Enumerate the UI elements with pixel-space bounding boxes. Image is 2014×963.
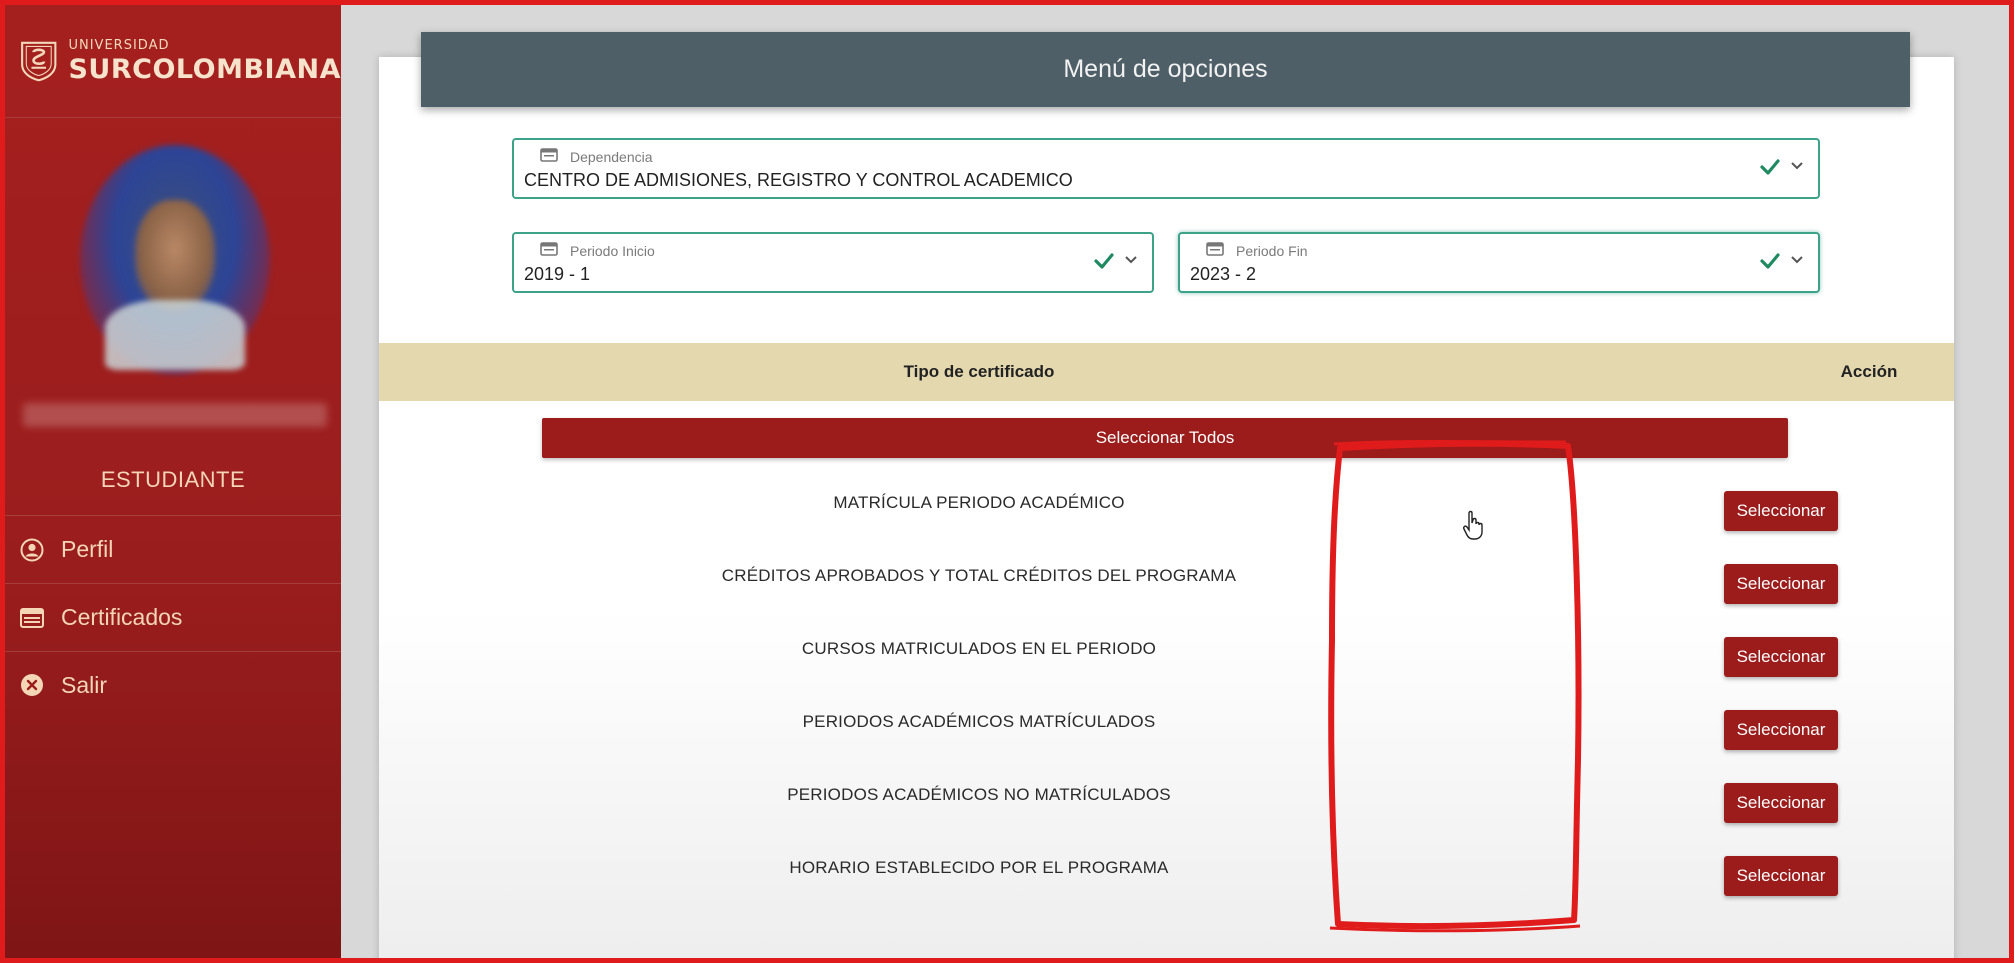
periodo-fin-label: Periodo Fin	[1236, 243, 1308, 259]
select-all-button[interactable]: Seleccionar Todos	[542, 418, 1788, 458]
sidebar-item-perfil[interactable]: Perfil	[5, 515, 341, 583]
sidebar: UNIVERSIDAD SURCOLOMBIANA ESTUDIANTE Per…	[5, 5, 341, 958]
table-header: Tipo de certificado Acción	[379, 343, 1954, 401]
chevron-down-icon	[1791, 256, 1803, 264]
hand-cursor-icon	[1463, 510, 1483, 540]
main-content: Menú de opciones Dependencia CENTRO DE A…	[341, 5, 2009, 963]
certificate-icon	[19, 605, 45, 631]
brand[interactable]: UNIVERSIDAD SURCOLOMBIANA	[5, 5, 341, 118]
dependencia-value: CENTRO DE ADMISIONES, REGISTRO Y CONTROL…	[524, 170, 1073, 190]
column-header-accion: Acción	[1840, 362, 1898, 381]
close-circle-icon	[19, 672, 45, 698]
university-shield-logo	[21, 41, 57, 82]
select-row-button[interactable]: Seleccionar	[1724, 491, 1838, 531]
form-field-icon	[1206, 242, 1224, 256]
sidebar-nav: Perfil Certificados Salir	[5, 515, 341, 719]
page-header: Menú de opciones	[421, 32, 1910, 107]
table-row-label: HORARIO ESTABLECIDO POR EL PROGRAMA	[789, 858, 1169, 877]
select-row-button[interactable]: Seleccionar	[1724, 637, 1838, 677]
table-row-label: CURSOS MATRICULADOS EN EL PERIODO	[801, 639, 1157, 658]
select-row-button[interactable]: Seleccionar	[1724, 564, 1838, 604]
user-role: ESTUDIANTE	[100, 467, 246, 492]
avatar	[80, 145, 270, 375]
sidebar-item-certificados[interactable]: Certificados	[5, 583, 341, 651]
periodo-inicio-value: 2019 - 1	[524, 264, 591, 284]
column-header-tipo: Tipo de certificado	[903, 362, 1055, 381]
user-circle-icon	[19, 537, 45, 563]
chevron-down-icon	[1125, 256, 1137, 264]
sidebar-item-salir[interactable]: Salir	[5, 651, 341, 719]
periodo-inicio-label: Periodo Inicio	[570, 243, 655, 259]
check-icon	[1760, 159, 1780, 175]
brand-title: SURCOLOMBIANA	[68, 54, 341, 85]
check-icon	[1094, 253, 1114, 269]
form-field-icon	[540, 148, 558, 162]
form-field-icon	[540, 242, 558, 256]
table-row-label: PERIODOS ACADÉMICOS NO MATRÍCULADOS	[787, 785, 1171, 804]
dependencia-select[interactable]: Dependencia CENTRO DE ADMISIONES, REGIST…	[512, 138, 1820, 199]
select-row-button[interactable]: Seleccionar	[1724, 856, 1838, 896]
select-row-button[interactable]: Seleccionar	[1724, 710, 1838, 750]
table-row-label: MATRÍCULA PERIODO ACADÉMICO	[833, 493, 1125, 512]
dependencia-label: Dependencia	[570, 149, 653, 165]
select-row-button[interactable]: Seleccionar	[1724, 783, 1838, 823]
sidebar-item-label: Certificados	[61, 604, 183, 630]
periodo-inicio-select[interactable]: Periodo Inicio 2019 - 1	[512, 232, 1154, 293]
sidebar-item-label: Salir	[61, 671, 108, 698]
sidebar-item-label: Perfil	[61, 536, 114, 562]
check-icon	[1760, 253, 1780, 269]
user-name-blurred	[23, 403, 327, 427]
table-row-label: PERIODOS ACADÉMICOS MATRÍCULADOS	[802, 712, 1156, 731]
brand-subtitle: UNIVERSIDAD	[68, 38, 170, 53]
page-title: Menú de opciones	[1063, 55, 1268, 83]
chevron-down-icon	[1791, 162, 1803, 170]
periodo-fin-value: 2023 - 2	[1190, 264, 1257, 284]
periodo-fin-select[interactable]: Periodo Fin 2023 - 2	[1178, 232, 1820, 293]
table-row-label: CRÉDITOS APROBADOS Y TOTAL CRÉDITOS DEL …	[721, 566, 1237, 585]
